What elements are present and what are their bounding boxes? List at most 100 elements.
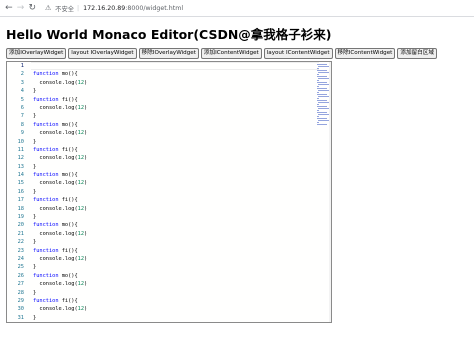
minimap-line (317, 122, 319, 123)
line-number: 28 (17, 289, 24, 296)
code-line[interactable]: 8 function mo(){ (7, 121, 327, 129)
code-line[interactable]: 1 (7, 62, 327, 70)
code-line[interactable]: 6 console.log(12) (7, 104, 327, 112)
code-line[interactable]: 32 function mo(){ (7, 322, 327, 323)
line-number: 14 (17, 172, 24, 179)
brace-token: } (33, 289, 37, 296)
back-icon[interactable]: ← (3, 0, 15, 17)
code-line[interactable]: 20 function mo(){ (7, 221, 327, 229)
code-text: console.log(12) (33, 154, 87, 162)
code-line[interactable]: 7} (7, 112, 327, 120)
code-text: function mo(){ (33, 171, 78, 179)
line-number: 25 (17, 264, 24, 271)
minimap-line (317, 80, 319, 81)
remove-content-widget-button[interactable]: 移除IContentWidget (334, 48, 396, 59)
code-line[interactable]: 19} (7, 213, 327, 221)
code-line[interactable]: 24 console.log(12) (7, 255, 327, 263)
code-lines[interactable]: 1 2 function mo(){3 console.log(12) 4} 5 func… (7, 62, 327, 323)
call-token: console.log( (33, 79, 78, 86)
code-line[interactable]: 18 console.log(12) (7, 205, 327, 213)
code-line[interactable]: 5 function fi(){ (7, 96, 327, 104)
code-line[interactable]: 10} (7, 138, 327, 146)
code-line[interactable]: 28} (7, 289, 327, 297)
monaco-editor[interactable]: 1 2 function mo(){3 console.log(12) 4} 5 func… (6, 61, 332, 323)
line-number: 15 (17, 180, 24, 187)
add-view-zone-button[interactable]: 添加留白区域 (397, 48, 437, 59)
brace-token: } (33, 113, 37, 120)
code-text: } (33, 263, 36, 271)
code-text: console.log(12) (33, 79, 87, 87)
add-overlay-widget-button[interactable]: 添加IOverlayWidget (6, 48, 67, 59)
code-text: function mo(){ (33, 70, 78, 78)
keyword-token: function (33, 121, 59, 128)
code-line[interactable]: 16} (7, 188, 327, 196)
code-line[interactable]: 3 console.log(12) (7, 79, 327, 87)
code-text: } (33, 112, 36, 120)
line-number: 12 (17, 155, 24, 162)
code-line[interactable]: 22} (7, 238, 327, 246)
line-number: 2 (20, 71, 24, 78)
code-text: } (33, 314, 36, 322)
minimap-line (317, 100, 327, 101)
code-line[interactable]: 14 function mo(){ (7, 171, 327, 179)
browser-toolbar: ← → ↻ ⚠ 不安全 | 172.16.20.89:8000/widget.h… (0, 0, 474, 17)
minimap-line (317, 106, 327, 107)
code-line[interactable]: 25} (7, 263, 327, 271)
code-line[interactable]: 30 console.log(12) (7, 305, 327, 313)
code-line[interactable]: 12 console.log(12) (7, 154, 327, 162)
layout-overlay-widget-button[interactable]: layout IOverlayWidget (68, 48, 137, 59)
code-line[interactable]: 17 function fi(){ (7, 196, 327, 204)
code-text: console.log(12) (33, 305, 87, 313)
code-line[interactable]: 4} (7, 87, 327, 95)
line-number: 22 (17, 239, 24, 246)
keyword-token: function (33, 172, 59, 179)
line-number: 9 (20, 130, 24, 137)
paren-token: ) (84, 180, 88, 187)
layout-content-widget-button[interactable]: layout IContentWidget (263, 48, 333, 59)
paren-token: ) (84, 104, 88, 111)
minimap-line (317, 94, 327, 95)
code-text: function mo(){ (33, 221, 78, 229)
url-path: :8000/widget.html (125, 4, 184, 12)
line-number: 1 (20, 63, 24, 69)
security-status[interactable]: 不安全 (55, 4, 74, 13)
line-number: 32 (7, 322, 24, 323)
code-line[interactable]: 13} (7, 163, 327, 171)
add-content-widget-button[interactable]: 添加IContentWidget (200, 48, 262, 59)
code-text: } (33, 163, 36, 171)
line-number: 8 (20, 121, 24, 128)
reload-icon[interactable]: ↻ (26, 0, 38, 17)
code-line[interactable]: 31} (7, 314, 327, 322)
address-bar[interactable]: ⚠ 不安全 | 172.16.20.89:8000/widget.html (44, 2, 474, 15)
function-name-token: fi(){ (58, 297, 78, 304)
function-name-token: mo(){ (58, 71, 78, 78)
vertical-scrollbar[interactable] (329, 62, 331, 322)
brace-token: } (33, 138, 37, 145)
function-name-token: mo(){ (58, 172, 78, 179)
code-line[interactable]: 2 function mo(){ (7, 70, 327, 78)
code-line[interactable]: 9 console.log(12) (7, 129, 327, 137)
code-text: function fi(){ (33, 247, 78, 255)
code-line[interactable]: 23 function fi(){ (7, 247, 327, 255)
minimap-line (317, 112, 327, 113)
forward-icon[interactable]: → (15, 0, 27, 17)
brace-token: } (33, 88, 37, 95)
code-line[interactable]: 29 function fi(){ (7, 297, 327, 305)
widget-toolbar: 添加IOverlayWidget layout IOverlayWidget 移… (6, 48, 437, 59)
code-text: function mo(){ (33, 272, 78, 280)
code-text: console.log(12) (33, 205, 87, 213)
code-line[interactable]: 27 console.log(12) (7, 280, 327, 288)
minimap-line (317, 74, 319, 75)
remove-overlay-widget-button[interactable]: 移除IOverlayWidget (138, 48, 199, 59)
code-text: console.log(12) (33, 230, 87, 238)
code-line[interactable]: 15 console.log(12) (7, 179, 327, 187)
code-line[interactable]: 26 function mo(){ (7, 272, 327, 280)
code-line[interactable]: 21 console.log(12) (7, 230, 327, 238)
minimap-line (317, 88, 327, 89)
brace-token: } (33, 163, 37, 170)
keyword-token: function (33, 222, 59, 229)
code-text: console.log(12) (33, 280, 87, 288)
code-line[interactable]: 11 function fi(){ (7, 146, 327, 154)
warning-icon[interactable]: ⚠ (44, 4, 52, 12)
minimap-line (317, 68, 319, 69)
